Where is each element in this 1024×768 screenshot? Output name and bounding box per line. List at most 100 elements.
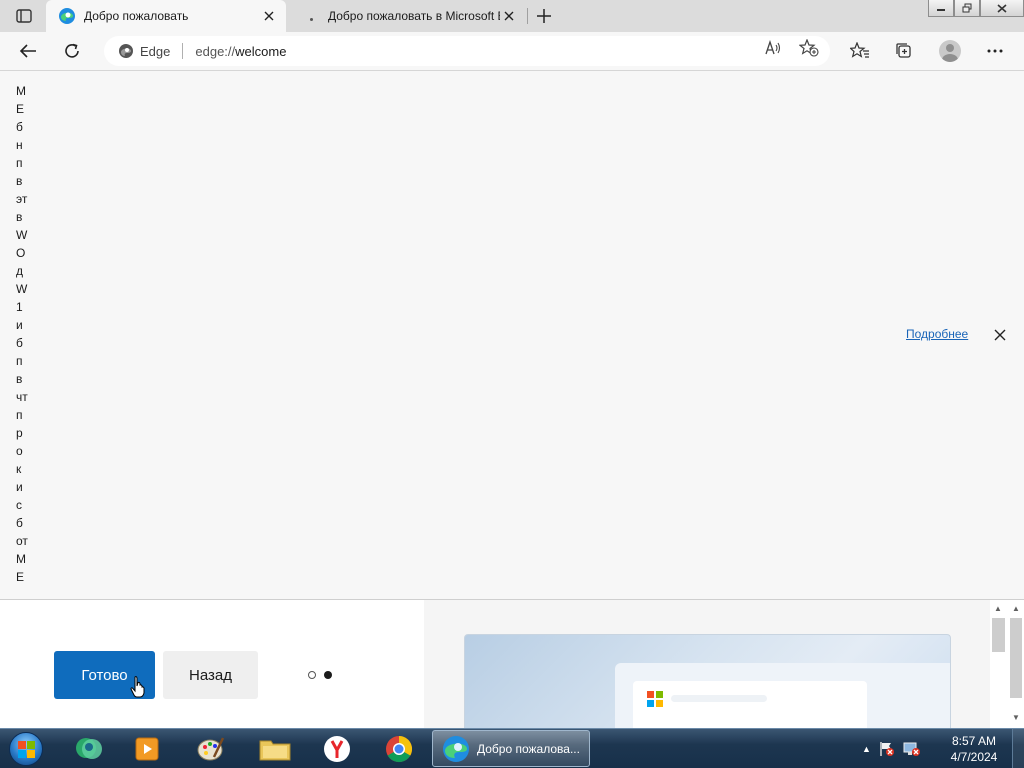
refresh-button[interactable] bbox=[57, 37, 87, 65]
tab-actions-button[interactable] bbox=[12, 6, 36, 26]
url-text: edge://welcome bbox=[195, 44, 286, 59]
read-aloud-button[interactable] bbox=[762, 39, 784, 57]
address-divider bbox=[182, 43, 184, 59]
flag-warning-icon[interactable] bbox=[879, 741, 895, 757]
profile-avatar[interactable] bbox=[939, 40, 961, 62]
taskbar-app-chrome[interactable] bbox=[372, 732, 426, 766]
scroll-thumb[interactable] bbox=[1010, 618, 1022, 698]
back-step-button[interactable]: Назад bbox=[163, 651, 258, 699]
scroll-down-icon[interactable]: ▼ bbox=[1012, 713, 1020, 722]
wrapped-text-line: в bbox=[16, 210, 23, 224]
preview-image bbox=[464, 634, 951, 729]
tab-strip: Добро пожаловать Добро пожаловать в Micr… bbox=[0, 0, 1024, 32]
wrapped-text-line: п bbox=[16, 354, 23, 368]
taskbar-app-explorer[interactable] bbox=[248, 732, 302, 766]
wrapped-text-line: 1 bbox=[16, 300, 23, 314]
favorites-button[interactable] bbox=[845, 37, 875, 65]
close-tab-button[interactable] bbox=[500, 7, 518, 25]
microsoft-logo-icon bbox=[647, 691, 663, 707]
onboarding-panel: Готово Назад ▲ ▲ ▼ bbox=[0, 599, 1024, 729]
taskbar: Добро пожалова... ▲ 8:57 AM 4/7/2024 bbox=[0, 728, 1024, 768]
scroll-up-icon[interactable]: ▲ bbox=[1012, 604, 1020, 613]
wrapped-text-line: к bbox=[16, 462, 22, 476]
wrapped-text-line: б bbox=[16, 336, 23, 350]
scroll-up-icon[interactable]: ▲ bbox=[994, 604, 1002, 613]
collections-icon bbox=[896, 43, 911, 58]
show-desktop-button[interactable] bbox=[1012, 729, 1024, 768]
dismiss-banner-button[interactable] bbox=[990, 326, 1010, 344]
more-dots-icon bbox=[987, 49, 1003, 53]
wrapped-text-line: д bbox=[16, 264, 24, 278]
settings-more-button[interactable] bbox=[980, 37, 1010, 65]
media-player-icon bbox=[135, 737, 159, 761]
taskbar-app-yandex[interactable] bbox=[310, 732, 364, 766]
close-icon bbox=[504, 11, 514, 21]
site-identity-label: Edge bbox=[140, 43, 171, 59]
tab-welcome[interactable]: Добро пожаловать bbox=[46, 0, 286, 32]
pager-dot-current[interactable] bbox=[324, 671, 332, 679]
arrow-left-icon bbox=[19, 44, 36, 58]
new-tab-button[interactable] bbox=[532, 5, 556, 27]
network-warning-icon[interactable] bbox=[903, 741, 921, 757]
url-scheme: edge:// bbox=[195, 43, 236, 59]
loading-icon bbox=[302, 7, 320, 25]
learn-more-link[interactable]: Подробнее bbox=[906, 327, 968, 341]
pager-dot[interactable] bbox=[308, 671, 316, 679]
wrapped-text-line: М bbox=[16, 552, 26, 566]
edge-icon bbox=[59, 8, 75, 24]
wrapped-text-line: эт bbox=[16, 192, 28, 206]
scroll-thumb[interactable] bbox=[992, 618, 1005, 652]
refresh-icon bbox=[65, 43, 79, 58]
start-button[interactable] bbox=[6, 730, 46, 768]
taskbar-clock[interactable]: 8:57 AM 4/7/2024 bbox=[942, 733, 1006, 765]
wrapped-text-line: н bbox=[16, 138, 23, 152]
taskbar-app-messenger[interactable] bbox=[62, 732, 116, 766]
favorites-icon bbox=[850, 42, 869, 58]
restore-button[interactable] bbox=[954, 0, 980, 17]
star-add-icon bbox=[799, 39, 819, 57]
tab-welcome-microsoft-edge[interactable]: Добро пожаловать в Microsoft Edge bbox=[290, 0, 526, 32]
back-button[interactable] bbox=[13, 37, 43, 65]
wrapped-text-line: р bbox=[16, 426, 23, 440]
page-scrollbar[interactable]: ▲ ▼ bbox=[1008, 600, 1024, 729]
clock-time: 8:57 AM bbox=[951, 734, 997, 748]
folder-icon bbox=[259, 740, 291, 761]
add-favorite-button[interactable] bbox=[798, 39, 820, 57]
preview-placeholder-bar bbox=[671, 695, 767, 702]
taskbar-app-edge-active[interactable]: Добро пожалова... bbox=[432, 730, 590, 767]
wrapped-text-line: W bbox=[16, 282, 28, 296]
wrapped-text-line: в bbox=[16, 174, 23, 188]
system-tray: ▲ bbox=[862, 737, 921, 761]
collections-button[interactable] bbox=[889, 37, 919, 65]
wrapped-text-line: W bbox=[16, 228, 28, 242]
close-tab-button[interactable] bbox=[260, 7, 278, 25]
wrapped-text-line: б bbox=[16, 516, 23, 530]
tab-title: Добро пожаловать в Microsoft Edge bbox=[328, 9, 500, 23]
taskbar-window-title: Добро пожалова... bbox=[477, 741, 580, 756]
mouse-pointer-icon bbox=[130, 676, 145, 698]
address-bar[interactable]: Edge edge://welcome bbox=[104, 36, 830, 66]
minimize-icon bbox=[937, 9, 945, 11]
wrapped-text-line: и bbox=[16, 318, 23, 332]
inner-scrollbar[interactable]: ▲ bbox=[990, 600, 1008, 729]
wrapped-text-line: б bbox=[16, 120, 23, 134]
edge-icon bbox=[443, 735, 469, 762]
taskbar-app-media-player[interactable] bbox=[120, 732, 174, 766]
close-icon bbox=[994, 329, 1006, 341]
restore-icon bbox=[962, 3, 972, 13]
wrapped-text-line: и bbox=[16, 480, 23, 494]
browser-toolbar: Edge edge://welcome bbox=[0, 32, 1024, 71]
plus-icon bbox=[537, 9, 551, 23]
read-aloud-icon bbox=[765, 40, 781, 55]
taskbar-app-paint[interactable] bbox=[184, 732, 238, 766]
tray-expand-icon[interactable]: ▲ bbox=[862, 744, 871, 754]
minimize-button[interactable] bbox=[928, 0, 954, 17]
wrapped-text-line: О bbox=[16, 246, 26, 260]
close-icon bbox=[264, 11, 274, 21]
wrapped-text-line: в bbox=[16, 372, 23, 386]
tab-separator bbox=[527, 8, 528, 24]
tab-title: Добро пожаловать bbox=[84, 9, 189, 23]
close-window-button[interactable] bbox=[980, 0, 1024, 17]
messenger-icon bbox=[76, 738, 102, 759]
chrome-icon bbox=[386, 735, 413, 763]
